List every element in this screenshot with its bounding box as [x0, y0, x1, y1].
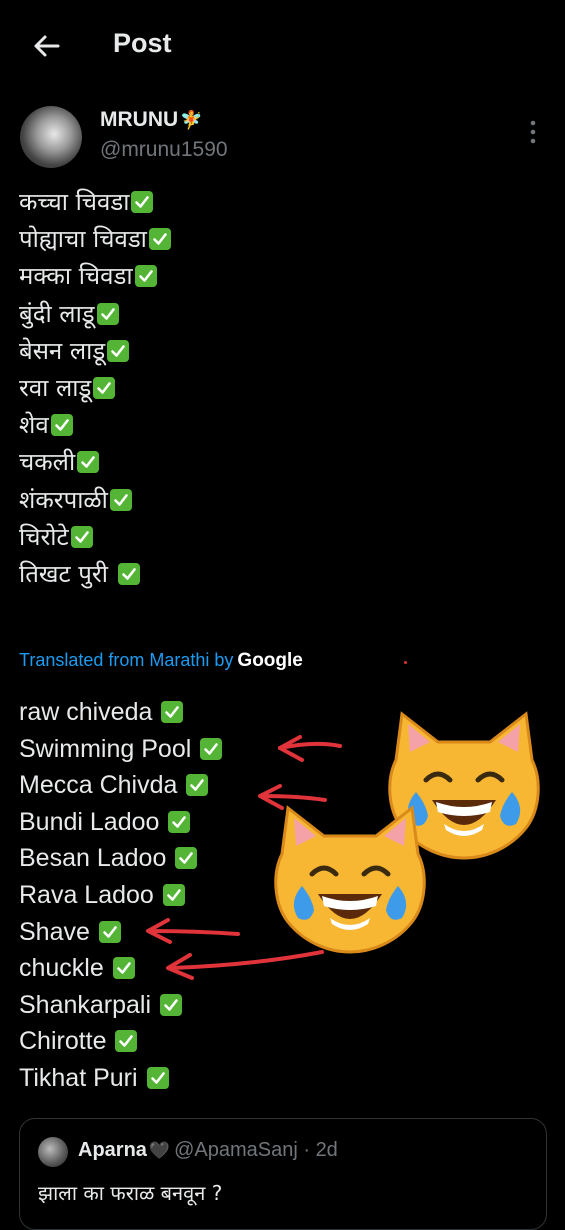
more-vertical-icon [530, 120, 536, 144]
english-line: Shave [19, 914, 222, 951]
english-line: Swimming Pool [19, 731, 223, 768]
check-mark-button-icon [161, 701, 184, 723]
english-line: Shankarpali [19, 987, 222, 1024]
check-mark-button-icon [134, 265, 157, 288]
post-text-english: raw chiveda Swimming Pool Mecca Chivda B… [19, 694, 223, 1097]
marathi-line: बुंदी लाडू [19, 296, 171, 333]
check-mark-button-icon [96, 302, 119, 325]
english-line: Mecca Chivda [19, 767, 222, 804]
black-heart-icon: 🖤 [148, 1141, 171, 1160]
check-mark-button-icon [107, 339, 130, 362]
check-mark-button-icon [112, 957, 135, 980]
post-text-marathi: कच्चा चिवडा पोह्याचा चिवडा मक्का चिवडा ब… [19, 184, 171, 593]
separator-dot: · [297, 1139, 316, 1161]
marathi-line: चकली [19, 444, 171, 481]
check-mark-button-icon [175, 847, 198, 870]
cat-face-with-tears-of-joy-icon [274, 805, 426, 954]
page-title: Post [113, 28, 172, 58]
marathi-line-text: बुंदी लाडू [19, 299, 95, 328]
english-line-text: Chirotte [19, 1027, 114, 1056]
english-line: Besan Ladoo [19, 840, 222, 877]
english-line: Rava Ladoo [19, 877, 222, 914]
check-mark-button-icon [159, 993, 182, 1016]
marathi-line: तिखट पुरी [19, 556, 171, 593]
marathi-line: कच्चा चिवडा [19, 184, 171, 221]
avatar[interactable] [20, 106, 82, 168]
author-name-text: MRUNU [100, 108, 179, 131]
check-mark-button-icon [77, 451, 100, 474]
quoted-timestamp: 2d [315, 1139, 338, 1161]
check-mark-button-icon [115, 1030, 138, 1053]
back-button[interactable] [26, 26, 66, 66]
marathi-line-text: शंकरपाळी [19, 485, 108, 514]
marathi-line: चिरोटे [19, 519, 171, 556]
quoted-text: झाला का फराळ बनवून ? [38, 1181, 223, 1205]
english-line-text: Mecca Chivda [19, 771, 185, 800]
quoted-author-name[interactable]: Aparna [78, 1139, 147, 1161]
marathi-line: बेसन लाडू [19, 333, 171, 370]
quoted-post[interactable]: Aparna 🖤 @ApamaSanj · 2d झाला का फराळ बनवू… [19, 1118, 547, 1230]
english-line: raw chiveda [19, 694, 222, 731]
check-mark-button-icon [186, 774, 209, 797]
marathi-line: रवा लाडू [19, 370, 171, 407]
author-display-name[interactable]: MRUNU 🧚 [100, 108, 203, 132]
marathi-line-text: शेव [19, 411, 49, 440]
top-bar: Post [0, 0, 565, 92]
english-line-text: Rava Ladoo [19, 880, 161, 909]
quoted-header: Aparna 🖤 @ApamaSanj · 2d [78, 1139, 338, 1162]
english-line-text: chuckle [19, 954, 111, 983]
translated-from-link[interactable]: Translated from Marathi by Google [19, 650, 303, 672]
marathi-line-text: चिरोटे [19, 522, 69, 551]
marathi-line-text: रवा लाडू [19, 373, 92, 402]
arrow-left-icon [34, 35, 60, 57]
marathi-line: मक्का चिवडा [19, 258, 171, 295]
check-mark-button-icon [146, 1066, 169, 1089]
check-mark-button-icon [162, 883, 185, 906]
more-options-button[interactable] [522, 118, 544, 146]
google-logo: Google [237, 650, 303, 671]
red-dot [404, 661, 407, 664]
quoted-avatar[interactable] [38, 1137, 68, 1167]
english-line-text: Shankarpali [19, 990, 158, 1019]
check-mark-button-icon [117, 562, 140, 585]
red-arrow-swimming-pool [278, 735, 342, 762]
check-mark-button-icon [98, 920, 121, 943]
marathi-line-text: मक्का चिवडा [19, 262, 133, 291]
english-line-text: Tikhat Puri [19, 1063, 145, 1092]
english-line-text: Swimming Pool [19, 734, 199, 763]
marathi-line-text: पोह्याचा चिवडा [19, 225, 147, 254]
english-line-text: Shave [19, 917, 97, 946]
fairy-emoji: 🧚 [180, 110, 203, 130]
english-line: Tikhat Puri [19, 1060, 222, 1097]
english-line: Bundi Ladoo [19, 804, 222, 841]
check-mark-button-icon [50, 414, 73, 437]
check-mark-button-icon [148, 228, 171, 251]
marathi-line-text: चकली [19, 448, 76, 477]
author-handle[interactable]: @mrunu1590 [100, 138, 228, 162]
check-mark-button-icon [131, 191, 154, 213]
marathi-line: शेव [19, 407, 171, 444]
red-arrow-mecca-chivda [258, 784, 327, 810]
check-mark-button-icon [93, 376, 116, 399]
english-line-text: raw chiveda [19, 698, 160, 726]
check-mark-button-icon [109, 488, 132, 511]
marathi-line-text: बेसन लाडू [19, 336, 106, 365]
marathi-line: पोह्याचा चिवडा [19, 221, 171, 258]
english-line: Chirotte [19, 1023, 222, 1060]
check-mark-button-icon [70, 525, 93, 548]
check-mark-button-icon [168, 810, 191, 833]
english-line-text: Bundi Ladoo [19, 807, 167, 836]
check-mark-button-icon [200, 737, 223, 760]
marathi-line: शंकरपाळी [19, 482, 171, 519]
cat-face-with-tears-of-joy-icon [388, 711, 540, 860]
english-line: chuckle [19, 950, 222, 987]
english-line-text: Besan Ladoo [19, 844, 174, 873]
marathi-line-text: कच्चा चिवडा [19, 188, 130, 216]
translated-label: Translated from Marathi by [19, 650, 234, 670]
quoted-handle[interactable]: @ApamaSanj [174, 1139, 298, 1161]
marathi-line-text: तिखट पुरी [19, 559, 116, 588]
